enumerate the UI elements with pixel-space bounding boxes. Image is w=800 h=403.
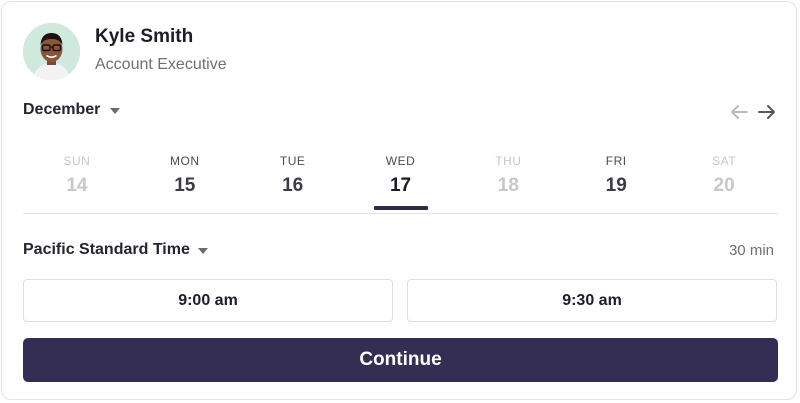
- host-name: Kyle Smith: [95, 26, 194, 47]
- continue-button[interactable]: Continue: [23, 338, 778, 382]
- day-number: 18: [497, 175, 519, 196]
- week-day-strip: SUN 14 MON 15 TUE 16 WED 17 THU 18 FRI 1…: [23, 148, 778, 214]
- day-number: 17: [389, 175, 412, 196]
- day-sun[interactable]: SUN 14: [23, 148, 131, 214]
- month-label: December: [23, 101, 101, 118]
- day-of-week-label: THU: [495, 154, 522, 168]
- avatar: [23, 23, 80, 80]
- day-fri[interactable]: FRI 19: [562, 148, 670, 214]
- day-number: 15: [174, 175, 196, 196]
- day-mon[interactable]: MON 15: [131, 148, 239, 214]
- meeting-duration: 30 min: [728, 242, 774, 259]
- day-wed[interactable]: WED 17: [347, 148, 455, 214]
- day-number: 19: [605, 175, 627, 196]
- arrow-left-icon: [731, 105, 748, 119]
- scheduler-card: Kyle Smith Account Executive December SU…: [1, 1, 797, 400]
- divider: [23, 213, 778, 214]
- next-week-button[interactable]: [756, 101, 778, 123]
- day-number: 20: [713, 175, 735, 196]
- selected-day-indicator: [373, 206, 428, 210]
- time-slot-button[interactable]: 9:00 am: [23, 279, 393, 322]
- day-of-week-label: TUE: [279, 154, 306, 168]
- month-dropdown[interactable]: December: [23, 101, 121, 119]
- day-of-week-label: MON: [170, 154, 200, 168]
- previous-week-button[interactable]: [728, 101, 750, 123]
- timezone-dropdown[interactable]: Pacific Standard Time: [23, 241, 208, 259]
- day-number: 16: [282, 175, 304, 196]
- host-title: Account Executive: [95, 56, 227, 73]
- day-tue[interactable]: TUE 16: [239, 148, 347, 214]
- person-photo-icon: [23, 23, 80, 80]
- time-slot-button[interactable]: 9:30 am: [407, 279, 777, 322]
- arrow-right-icon: [758, 105, 775, 119]
- day-of-week-label: SAT: [712, 154, 737, 168]
- day-number: 14: [66, 175, 88, 196]
- day-of-week-label: WED: [385, 154, 416, 168]
- caret-down-icon: [197, 248, 208, 254]
- day-thu[interactable]: THU 18: [454, 148, 562, 214]
- day-sat[interactable]: SAT 20: [670, 148, 778, 214]
- timezone-label: Pacific Standard Time: [23, 241, 190, 258]
- day-of-week-label: SUN: [63, 154, 91, 168]
- caret-down-icon: [110, 108, 121, 114]
- day-of-week-label: FRI: [605, 154, 627, 168]
